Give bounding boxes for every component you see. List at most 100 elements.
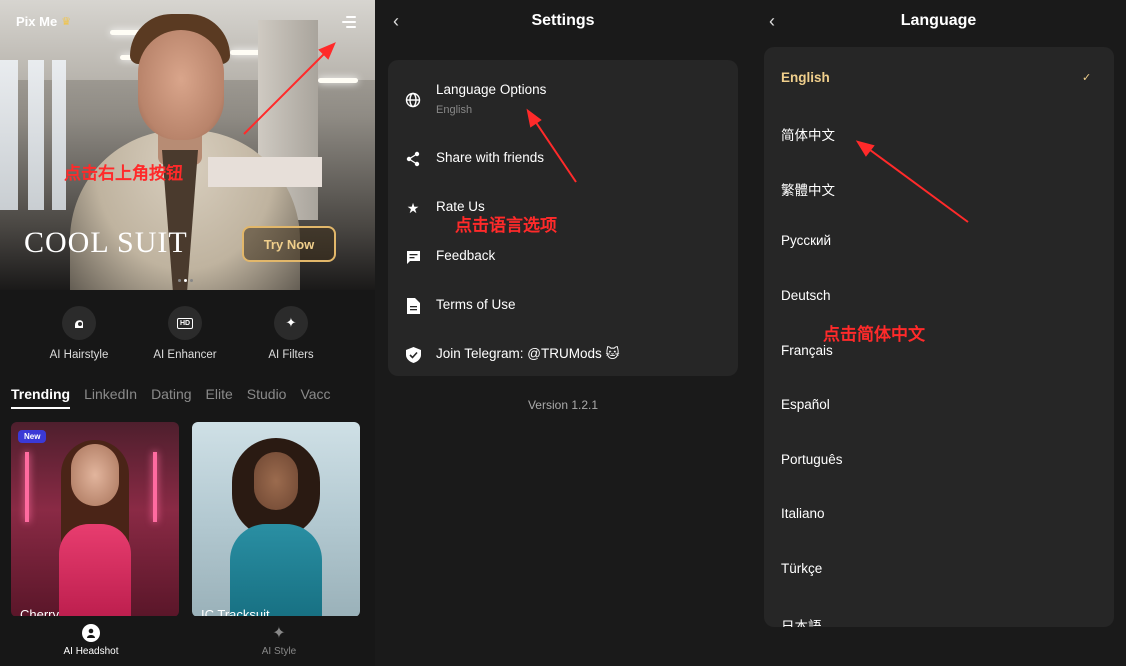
check-icon: ✓: [1082, 72, 1092, 84]
language-option-portuguese[interactable]: Português: [764, 444, 1114, 474]
language-option-german[interactable]: Deutsch: [764, 280, 1114, 310]
nav-label: AI Headshot: [63, 646, 119, 657]
carousel-dot[interactable]: [190, 279, 193, 282]
feature-ai-filters[interactable]: ✦ AI Filters: [241, 306, 341, 361]
settings-screen: ‹ Settings Language Options English Shar…: [375, 0, 751, 666]
app-version: Version 1.2.1: [527, 398, 599, 412]
share-icon: [404, 150, 422, 168]
setting-title: Terms of Use: [436, 297, 516, 312]
window: [0, 60, 18, 210]
window: [52, 60, 66, 210]
nav-ai-style[interactable]: ✦ AI Style: [229, 624, 329, 657]
tab-dating[interactable]: Dating: [151, 386, 191, 409]
setting-feedback[interactable]: Feedback: [388, 234, 738, 278]
language-list: English ✓ 简体中文 繁體中文 Русский Deutsch Fran…: [764, 47, 1114, 627]
card-figure: [55, 440, 135, 617]
setting-title: Feedback: [436, 248, 496, 263]
star-icon: ★: [406, 199, 420, 216]
window: [28, 60, 44, 210]
nav-ai-headshot[interactable]: AI Headshot: [41, 624, 141, 657]
style-card-tracksuit[interactable]: IC Tracksuit: [192, 422, 360, 617]
setting-title: Language Options: [436, 82, 547, 97]
document-icon: [404, 297, 422, 315]
neon-light: [25, 452, 29, 522]
hairstyle-icon: [62, 306, 96, 340]
setting-title: Join Telegram: @TRUMods 🐱: [436, 346, 620, 361]
feature-label: AI Enhancer: [153, 349, 217, 361]
language-option-zh-hans[interactable]: 简体中文: [764, 116, 1114, 146]
card-figure: [230, 438, 322, 617]
ceiling-lamp: [318, 78, 358, 83]
sparkle-icon: ✦: [274, 306, 308, 340]
language-option-spanish[interactable]: Español: [764, 389, 1114, 419]
hd-icon: HD: [168, 306, 202, 340]
banner-title: COOL SUIT: [24, 226, 188, 259]
person-icon: [82, 624, 100, 642]
language-option-english[interactable]: English ✓: [764, 62, 1114, 92]
sparkle-icon: ✦: [272, 625, 286, 642]
setting-title: Share with friends: [436, 150, 545, 165]
tab-trending[interactable]: Trending: [11, 386, 71, 409]
globe-icon: [404, 91, 422, 109]
feature-ai-hairstyle[interactable]: AI Hairstyle: [29, 306, 129, 361]
carousel-dot-active[interactable]: [184, 279, 187, 282]
crown-icon: ♛: [61, 16, 72, 28]
model-face: [138, 30, 224, 140]
language-label: Deutsch: [781, 288, 831, 303]
menu-icon[interactable]: [342, 16, 356, 28]
language-label: Português: [781, 452, 843, 467]
language-option-turkish[interactable]: Türkçe: [764, 553, 1114, 583]
shield-icon: [404, 346, 422, 364]
app-logo: Pix Me ♛: [16, 14, 71, 29]
style-card-cherry[interactable]: New Cherry: [11, 422, 179, 617]
hd-badge: HD: [176, 317, 194, 329]
settings-list: Language Options English Share with frie…: [388, 60, 738, 376]
feedback-icon: [404, 248, 422, 266]
language-option-russian[interactable]: Русский: [764, 225, 1114, 255]
feature-label: AI Filters: [268, 349, 314, 361]
annotation-home: 点击右上角按钮: [64, 164, 183, 184]
language-option-french[interactable]: Français: [764, 335, 1114, 365]
carousel-dot[interactable]: [178, 279, 181, 282]
tab-studio[interactable]: Studio: [247, 386, 287, 409]
nav-label: AI Style: [261, 646, 297, 657]
language-label: Русский: [781, 233, 832, 248]
settings-title: Settings: [531, 12, 595, 29]
language-label: 日本語: [781, 619, 822, 627]
annotation-language: 点击简体中文: [823, 325, 925, 345]
language-screen: ‹ Language English ✓ 简体中文 繁體中文 Русский D…: [751, 0, 1126, 666]
redacted-area: [208, 157, 322, 187]
language-label: Français: [781, 343, 833, 358]
setting-subtitle: English: [436, 104, 473, 116]
try-now-button[interactable]: Try Now: [242, 226, 336, 262]
neon-light: [153, 452, 157, 522]
tab-linkedin[interactable]: LinkedIn: [84, 386, 137, 409]
annotation-settings: 点击语言选项: [455, 216, 557, 236]
language-option-zh-hant[interactable]: 繁體中文: [764, 171, 1114, 201]
feature-row: AI Hairstyle HD AI Enhancer ✦ AI Filters: [0, 306, 375, 366]
category-tabs: Trending LinkedIn Dating Elite Studio Va…: [11, 386, 375, 409]
language-title: Language: [900, 12, 977, 29]
carousel-dots[interactable]: [178, 279, 193, 282]
language-label: Español: [781, 397, 830, 412]
language-label: 繁體中文: [781, 183, 835, 198]
language-option-italian[interactable]: Italiano: [764, 498, 1114, 528]
tab-elite[interactable]: Elite: [206, 386, 233, 409]
language-option-japanese[interactable]: 日本語: [764, 607, 1114, 627]
language-label: Italiano: [781, 506, 825, 521]
tab-vacation[interactable]: Vacc: [300, 386, 330, 409]
home-screen: COOL SUIT Try Now Pix Me ♛ 点击右上角按钮 AI Ha…: [0, 0, 375, 666]
setting-rate-us[interactable]: ★ Rate Us: [388, 185, 738, 229]
new-badge: New: [18, 430, 47, 443]
feature-label: AI Hairstyle: [49, 349, 109, 361]
setting-telegram[interactable]: Join Telegram: @TRUMods 🐱: [388, 332, 738, 376]
app-name: Pix Me: [16, 14, 58, 29]
language-label: Türkçe: [781, 561, 823, 576]
feature-ai-enhancer[interactable]: HD AI Enhancer: [135, 306, 235, 361]
language-label: 简体中文: [781, 128, 835, 143]
setting-language-options[interactable]: Language Options English: [388, 76, 738, 126]
hero-banner[interactable]: COOL SUIT Try Now: [0, 0, 375, 290]
setting-share[interactable]: Share with friends: [388, 136, 738, 180]
language-label: English: [781, 70, 830, 85]
setting-terms[interactable]: Terms of Use: [388, 283, 738, 327]
